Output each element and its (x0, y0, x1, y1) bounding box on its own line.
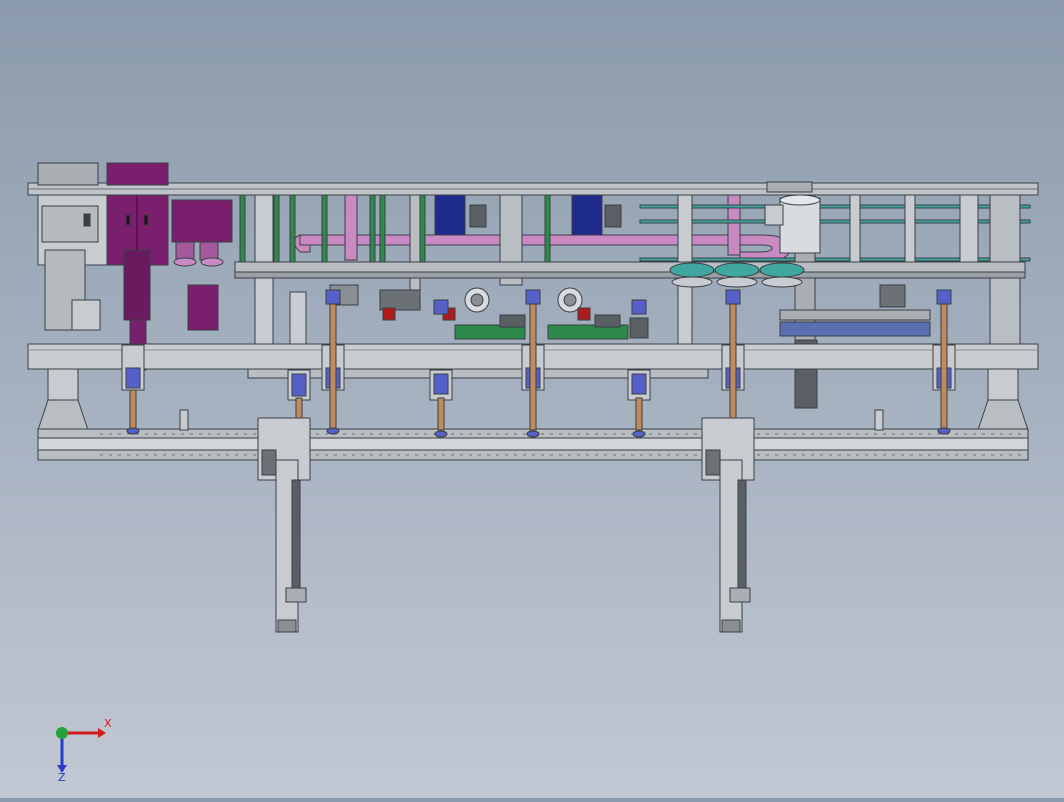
left-control-box[interactable] (37, 162, 99, 186)
cad-viewport[interactable]: X Z (0, 0, 1064, 798)
triad-graphic: X Z (56, 717, 112, 784)
x-axis-label: X (104, 717, 112, 730)
machine-assembly[interactable] (27, 162, 1039, 633)
blue-cylinder-1[interactable] (434, 194, 466, 236)
purple-gripper[interactable] (123, 249, 151, 321)
red-valve-1[interactable] (382, 307, 396, 321)
axis-triad: X Z (40, 715, 120, 785)
red-valve-3[interactable] (577, 307, 591, 321)
pulley-group[interactable] (669, 262, 805, 288)
purple-cabinet-top[interactable] (106, 162, 169, 186)
y-axis-dot-icon (56, 727, 68, 739)
z-axis-label: Z (58, 771, 66, 784)
blue-cylinder-2[interactable] (571, 194, 603, 236)
cad-model-drawing[interactable] (0, 0, 1064, 798)
motor-housing[interactable] (779, 197, 821, 254)
